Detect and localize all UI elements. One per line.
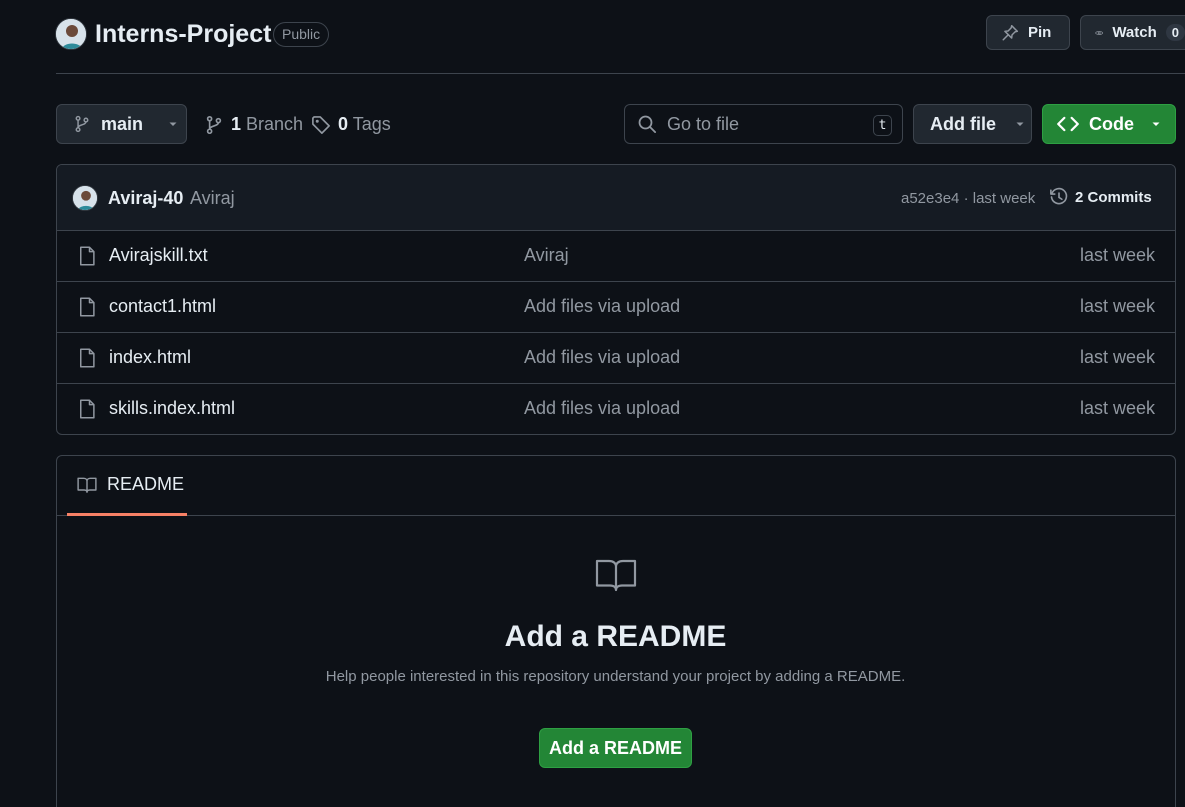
branch-name: main <box>101 113 144 134</box>
add-file-button[interactable]: Add file <box>913 104 1032 144</box>
file-icon <box>80 297 95 317</box>
pin-label: Pin <box>1028 24 1052 41</box>
caret-down-icon <box>1152 122 1160 126</box>
repo-title[interactable]: Interns-Project <box>95 17 271 51</box>
latest-commit-bar: Aviraj-40 Aviraj a52e3e4 · last week 2 C… <box>57 165 1175 231</box>
commit-separator: · <box>963 190 969 207</box>
file-commit-message[interactable]: Add files via upload <box>524 296 680 317</box>
readme-tabbar: README <box>57 456 1175 516</box>
go-to-file-search[interactable] <box>624 104 903 144</box>
caret-down-icon <box>169 122 177 126</box>
commit-author-avatar[interactable] <box>72 185 98 211</box>
tag-icon <box>312 115 330 134</box>
commits-count-label: 2 Commits <box>1075 188 1152 206</box>
add-file-label: Add file <box>930 113 996 134</box>
shortcut-key: t <box>873 115 892 136</box>
watch-button[interactable]: Watch 0 <box>1080 15 1185 50</box>
book-icon <box>77 477 97 493</box>
file-commit-message[interactable]: Aviraj <box>524 245 569 266</box>
commit-info[interactable]: a52e3e4 · last week <box>901 190 1035 207</box>
file-name[interactable]: contact1.html <box>109 296 216 317</box>
book-icon <box>595 559 637 592</box>
tag-count: 0 <box>338 114 349 134</box>
file-icon <box>80 399 95 419</box>
search-input[interactable] <box>667 113 867 135</box>
file-row[interactable]: index.html Add files via upload last wee… <box>57 333 1175 384</box>
branches-link[interactable]: 1 Branch <box>204 114 303 135</box>
pin-button[interactable]: Pin <box>986 15 1070 50</box>
tags-link[interactable]: 0 Tags <box>311 114 391 135</box>
commit-time: last week <box>972 190 1036 207</box>
branch-count: 1 <box>231 114 242 134</box>
file-commit-time: last week <box>1079 347 1155 367</box>
commits-link[interactable]: 2 Commits <box>1049 187 1152 207</box>
avatar-image <box>73 186 97 210</box>
add-readme-button[interactable]: Add a README <box>539 728 692 768</box>
git-branch-icon <box>206 115 222 134</box>
file-name[interactable]: Avirajskill.txt <box>109 245 208 266</box>
code-button[interactable]: Code <box>1042 104 1176 144</box>
file-commit-message[interactable]: Add files via upload <box>524 398 680 419</box>
commit-hash: a52e3e4 <box>901 190 960 207</box>
file-row[interactable]: skills.index.html Add files via upload l… <box>57 384 1175 434</box>
file-browser: Aviraj-40 Aviraj a52e3e4 · last week 2 C… <box>56 164 1176 435</box>
pin-icon <box>1002 24 1019 40</box>
watch-count: 0 <box>1165 24 1185 41</box>
file-commit-time: last week <box>1079 398 1155 418</box>
branch-label: Branch <box>246 114 304 134</box>
search-icon <box>638 115 656 133</box>
eye-icon <box>1095 30 1104 35</box>
code-icon <box>1057 116 1079 132</box>
file-commit-message[interactable]: Add files via upload <box>524 347 680 368</box>
header-divider <box>56 73 1185 74</box>
file-commit-time: last week <box>1079 296 1155 316</box>
readme-tab-label: README <box>107 474 185 494</box>
file-name[interactable]: skills.index.html <box>109 398 235 419</box>
file-commit-time: last week <box>1079 245 1155 265</box>
file-row[interactable]: contact1.html Add files via upload last … <box>57 282 1175 333</box>
tag-label: Tags <box>352 114 391 134</box>
file-icon <box>80 348 95 368</box>
visibility-badge: Public <box>273 22 330 47</box>
code-label: Code <box>1089 113 1134 134</box>
tab-readme[interactable]: README <box>67 456 187 516</box>
file-name[interactable]: index.html <box>109 347 191 368</box>
readme-empty-heading: Add a README <box>504 620 727 653</box>
readme-empty-description: Help people interested in this repositor… <box>325 668 906 685</box>
git-branch-icon <box>75 115 89 133</box>
file-row[interactable]: Avirajskill.txt Aviraj last week <box>57 231 1175 282</box>
repo-owner-avatar[interactable] <box>55 18 87 50</box>
commit-author[interactable]: Aviraj-40 <box>108 188 183 209</box>
commit-message[interactable]: Aviraj <box>190 188 235 209</box>
file-icon <box>80 246 95 266</box>
watch-label: Watch <box>1112 24 1157 41</box>
caret-down-icon <box>1016 122 1024 126</box>
avatar-image <box>56 19 86 49</box>
branch-select-button[interactable]: main <box>56 104 187 144</box>
history-icon <box>1050 187 1068 205</box>
